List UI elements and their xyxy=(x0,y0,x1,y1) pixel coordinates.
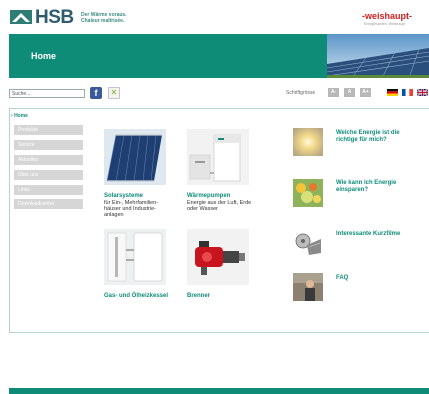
page-banner: Home xyxy=(9,34,429,78)
solar-system-image[interactable] xyxy=(104,129,166,185)
energy-saving-image[interactable] xyxy=(293,179,323,207)
font-size-large-button[interactable]: A+ xyxy=(360,88,371,97)
facebook-icon[interactable]: f xyxy=(90,87,102,99)
tagline: Der Wärme voraus. Chaleur maîtrisée. xyxy=(81,12,127,24)
tile-desc-solarsysteme: für Ein-, Mehrfamilien-häuser und Indust… xyxy=(104,200,159,218)
font-size-medium-button[interactable]: A xyxy=(344,88,355,97)
sidebar-item-label: Home xyxy=(14,113,28,119)
sidebar-item-home[interactable]: › Home xyxy=(11,113,28,119)
flag-uk-icon[interactable] xyxy=(417,89,428,96)
flag-germany-icon[interactable] xyxy=(387,89,398,96)
tile-title-waermepumpen[interactable]: Wärmepumpen xyxy=(187,193,230,200)
sidebar-item-links[interactable]: Links xyxy=(14,185,83,195)
partner-logo-sub: Energiesparen. Weishaupt xyxy=(364,22,406,26)
boiler-image[interactable] xyxy=(104,229,166,285)
tile-title-brenner[interactable]: Brenner xyxy=(187,293,210,300)
sidebar-item-produkte[interactable]: Produkte xyxy=(14,125,83,135)
link-faq[interactable]: FAQ xyxy=(336,275,421,282)
search-input[interactable] xyxy=(9,89,85,98)
burner-image[interactable] xyxy=(187,229,249,285)
sidebar-item-service[interactable]: Service xyxy=(14,140,83,150)
share-icon[interactable]: ✕ xyxy=(108,87,120,99)
logo-text[interactable]: HSB xyxy=(35,7,74,29)
link-energie-einsparen[interactable]: Wie kann ich Energie einsparen? xyxy=(336,180,421,194)
hsb-logo-icon[interactable] xyxy=(10,10,32,24)
tile-title-heizkessel[interactable]: Gas- und Ölheizkessel xyxy=(104,293,168,300)
page-title: Home xyxy=(31,51,57,61)
tile-desc-waermepumpen: Energie aus der Luft, Erde oder Wasser xyxy=(187,200,252,212)
font-size-label: Schriftgrösse xyxy=(286,90,316,96)
sidebar-item-ueber-uns[interactable]: Über uns xyxy=(14,170,83,180)
link-welche-energie[interactable]: Welche Energie ist die richtige für mich… xyxy=(336,130,421,144)
solar-panel-banner-image xyxy=(327,34,429,78)
tile-title-solarsysteme[interactable]: Solarsysteme xyxy=(104,193,143,200)
faq-image[interactable] xyxy=(293,273,323,301)
link-kurzfilme[interactable]: Interessante Kurzfilme xyxy=(336,231,421,238)
tagline-line-2: Chaleur maîtrisée. xyxy=(81,18,125,24)
sidebar-item-downloadcenter[interactable]: Downloadcenter xyxy=(14,199,83,209)
film-reel-image[interactable] xyxy=(293,229,323,257)
partner-logo[interactable]: -weishaupt- xyxy=(362,11,412,21)
footer-bar xyxy=(9,388,429,394)
flag-france-icon[interactable] xyxy=(402,89,413,96)
font-size-small-button[interactable]: A- xyxy=(328,88,339,97)
sidebar-item-aktuelles[interactable]: Aktuelles xyxy=(14,155,83,165)
heat-pump-image[interactable] xyxy=(187,129,249,185)
energy-sun-image[interactable] xyxy=(293,128,323,156)
